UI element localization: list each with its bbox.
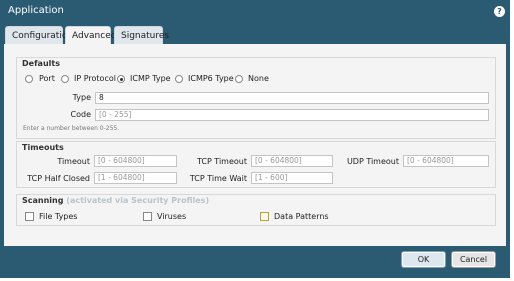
tcp-half-closed-input[interactable]: [1 - 604800] [94,172,177,184]
scanning-subtitle: (activated via Security Profiles) [66,196,210,205]
tcp-half-closed-label: TCP Half Closed [27,174,90,183]
ip-protocol-radio[interactable] [61,75,69,83]
cancel-button[interactable]: Cancel [451,251,496,268]
file-types-label: File Types [39,212,78,221]
defaults-section: Defaults Port IP Protocol ICMP Type ICMP… [16,57,496,139]
data-patterns-label: Data Patterns [274,212,329,221]
defaults-title: Defaults [22,59,60,68]
port-label: Port [39,74,55,83]
tab-advanced[interactable]: Advanced [65,26,116,45]
code-input[interactable]: [0 - 255] [95,109,489,121]
icmp-type-radio[interactable] [117,75,125,83]
ok-button[interactable]: OK [401,251,446,268]
port-radio[interactable] [25,75,33,83]
icmp-type-label: ICMP Type [130,74,171,83]
udp-timeout-label: UDP Timeout [346,157,399,166]
viruses-checkbox[interactable] [143,212,152,221]
none-radio[interactable] [235,75,243,83]
icmp6-type-label: ICMP6 Type [188,74,234,83]
tcp-time-wait-label: TCP Time Wait [189,174,247,183]
scanning-title-text: Scanning [22,196,64,205]
right-margin [510,0,514,281]
code-hint: Enter a number between 0-255. [23,125,120,132]
timeout-input[interactable]: [0 - 604800] [94,155,177,167]
advanced-panel: Defaults Port IP Protocol ICMP Type ICMP… [4,44,506,246]
timeout-label: Timeout [57,157,90,166]
ip-protocol-label: IP Protocol [74,74,116,83]
timeouts-title: Timeouts [22,143,64,152]
tab-configuration[interactable]: Configuration [5,26,73,44]
type-label: Type [72,93,91,102]
help-icon[interactable]: ? [494,6,505,17]
none-label: None [248,74,269,83]
tab-signatures[interactable]: Signatures [114,26,169,44]
timeouts-section: Timeouts Timeout [0 - 604800] TCP Timeou… [16,141,496,188]
tcp-time-wait-input[interactable]: [1 - 600] [251,172,333,184]
tcp-timeout-input[interactable]: [0 - 604800] [251,155,333,167]
icmp6-type-radio[interactable] [175,75,183,83]
udp-timeout-input[interactable]: [0 - 604800] [403,155,489,167]
tcp-timeout-label: TCP Timeout [196,157,247,166]
application-dialog: Application ? Configuration Advanced Sig… [0,0,510,278]
file-types-checkbox[interactable] [25,212,34,221]
type-input[interactable]: 8 [95,92,489,104]
scanning-title: Scanning (activated via Security Profile… [22,196,209,205]
code-label: Code [70,110,91,119]
dialog-title: Application [8,5,64,16]
data-patterns-checkbox[interactable] [260,212,269,221]
viruses-label: Viruses [157,212,187,221]
scanning-section: Scanning (activated via Security Profile… [16,194,496,226]
